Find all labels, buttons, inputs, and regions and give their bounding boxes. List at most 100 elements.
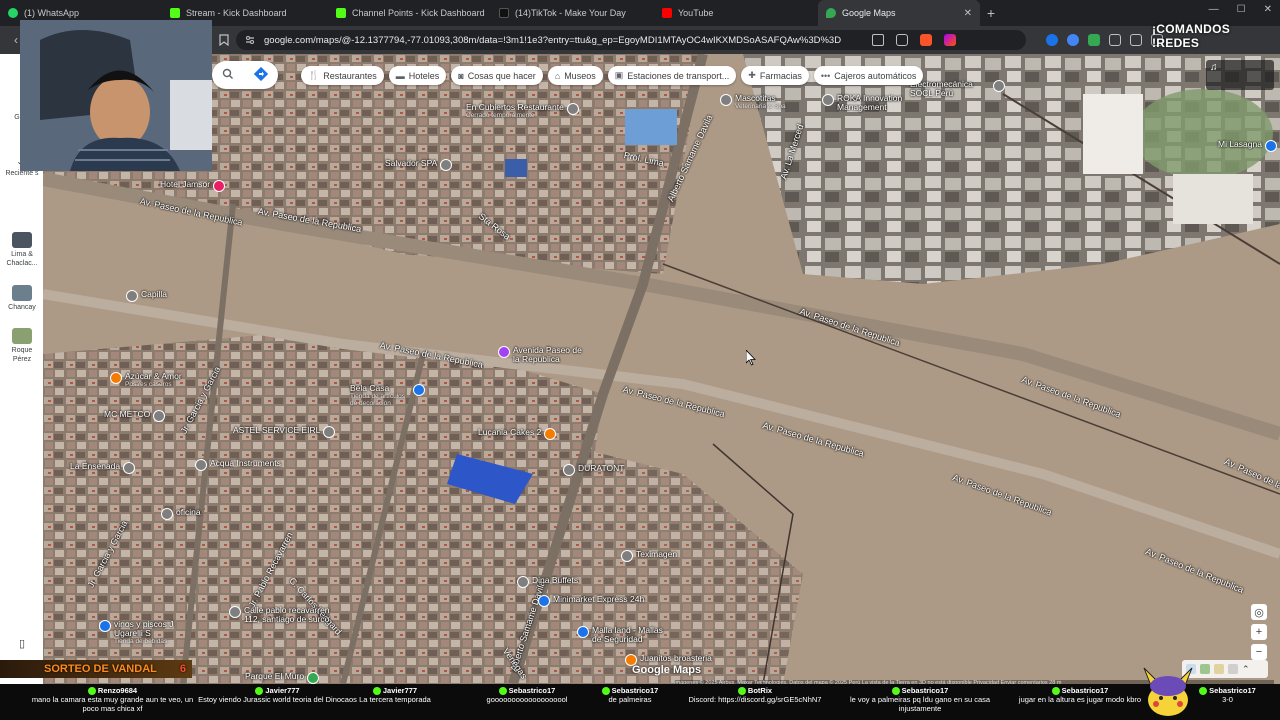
poi-marker[interactable]: Dina Buffets [517, 576, 578, 588]
extension-icon[interactable] [1067, 34, 1079, 46]
poi-name: Salvador SPA [385, 158, 438, 168]
my-location-icon[interactable]: ◎ [1251, 604, 1267, 620]
kick-badge-icon [372, 687, 381, 696]
poi-marker[interactable]: Acqua Instruments [195, 459, 281, 471]
tab-title: Channel Points - Kick Dashboard [352, 8, 485, 18]
phone-icon[interactable]: ▯ [2, 639, 42, 650]
stream-chat-ticker: Renzo9684 mano la camara esta muy grande … [0, 684, 1280, 720]
tab-title: Google Maps [842, 8, 896, 18]
layer-thumb[interactable] [1214, 664, 1224, 674]
tiktok-icon [499, 8, 509, 18]
poi-marker[interactable]: ASTEL SERVICE EIRL [233, 426, 336, 438]
poi-marker[interactable]: Salvador SPA [385, 158, 453, 171]
recent-place-lima[interactable]: Lima & Chaclac... [2, 232, 42, 268]
tab-google-maps[interactable]: Google Maps ✕ [818, 0, 980, 26]
poi-marker[interactable]: Hotel Jamsor [160, 180, 226, 192]
poi-marker[interactable]: Malla land - Mallas de Seguridad [577, 626, 672, 644]
zoom-out-button[interactable]: − [1251, 644, 1267, 660]
extension-icon[interactable] [1088, 34, 1100, 46]
poi-marker[interactable]: Teximagen [621, 550, 677, 562]
giveaway-count: 6 [179, 663, 186, 675]
poi-name: Juanitos broasteria [640, 653, 712, 663]
chip-hotels[interactable]: ▬ Hoteles [388, 66, 447, 85]
chip-transit[interactable]: ▣ Estaciones de transport... [607, 66, 737, 85]
tab-tiktok[interactable]: (14)TikTok - Make Your Day [491, 0, 654, 26]
recent-place-roque-perez[interactable]: Roque Pérez [2, 328, 42, 364]
poi-marker[interactable]: DURATONT [563, 464, 624, 476]
poi-marker[interactable]: Azúcar & Amor Postres caseros [110, 372, 182, 388]
minimize-icon[interactable]: — [1209, 4, 1219, 15]
directions-icon[interactable] [253, 66, 269, 84]
kick-icon [336, 8, 346, 18]
poi-marker[interactable]: Bela Casa Tienda de artículos de decoraci… [350, 384, 425, 407]
tab-youtube[interactable]: YouTube [654, 0, 818, 26]
chat-text: mano la camara esta muy grande aun te ve… [31, 695, 194, 714]
chat-message: Sebastrico17 gooooooooooooooooool [462, 686, 592, 704]
chip-things-to-do[interactable]: ◙ Cosas que hacer [451, 66, 543, 85]
landmark-pin-icon [498, 346, 510, 358]
poi-category: Postres caseros [125, 381, 172, 388]
close-tab-icon[interactable]: ✕ [964, 8, 972, 19]
recent-place-chancay[interactable]: Chancay [2, 285, 42, 312]
poi-marker[interactable]: En Cubiertos Restaurante Cerrado temporal… [466, 103, 579, 119]
poi-marker[interactable]: MC METCO [104, 410, 166, 422]
brave-shield-icon[interactable] [920, 34, 932, 46]
download-icon[interactable] [1130, 34, 1142, 46]
poi-marker[interactable]: Parque El Muro [245, 672, 320, 684]
chip-atms[interactable]: ••• Cajeros automáticos [813, 66, 924, 85]
place-pin-icon [517, 576, 529, 588]
chip-label: Estaciones de transport... [627, 70, 730, 81]
pharmacy-icon: ✚ [748, 70, 756, 80]
maps-search-box[interactable] [212, 61, 278, 89]
place-pin-icon [822, 94, 834, 106]
tab-kick-channel-points[interactable]: Channel Points - Kick Dashboard [328, 0, 491, 26]
poi-name: Teximagen [636, 549, 678, 559]
poi-marker[interactable]: Minimarket Express 24h [538, 595, 644, 607]
kick-badge-icon [255, 687, 264, 696]
rail-label: Roque Pérez [11, 347, 33, 363]
category-chips: 🍴 Restaurantes ▬ Hoteles ◙ Cosas que hacer … [301, 66, 924, 85]
bed-icon: ▬ [395, 70, 405, 81]
cast-icon[interactable] [872, 34, 884, 46]
share-icon[interactable] [896, 34, 908, 46]
chip-museums[interactable]: ⌂ Museos [547, 66, 603, 85]
layer-thumb[interactable] [1228, 664, 1238, 674]
chip-pharmacies[interactable]: ✚ Farmacias [741, 66, 809, 85]
layer-thumb[interactable] [1200, 664, 1210, 674]
shop-pin-icon [538, 595, 550, 607]
stream-brand-text: ¡COMANDOS !REDES [1152, 22, 1231, 50]
chat-text: 3-0 [1222, 695, 1233, 705]
poi-marker[interactable]: vinos y piscos J Ugarelli S Tienda de beb… [99, 620, 186, 645]
bookmark-icon[interactable] [214, 30, 234, 50]
extension-icon[interactable] [1046, 34, 1058, 46]
satellite-map[interactable]: Av. Paseo de la Republica Av. Paseo de l… [43, 54, 1280, 684]
poi-name: oficina [176, 507, 201, 517]
place-pin-icon [566, 103, 579, 115]
maximize-icon[interactable]: ☐ [1237, 4, 1246, 15]
site-info-icon[interactable] [245, 35, 255, 45]
poi-marker[interactable]: Mascotitas Veterinaria & Spa [720, 94, 786, 110]
chevron-up-icon[interactable]: ⌃ [1242, 664, 1252, 674]
close-window-icon[interactable]: ✕ [1264, 4, 1272, 15]
poi-marker[interactable]: oficina [161, 508, 201, 520]
poi-marker[interactable]: Calle pablo recavarren 112, santiago de … [229, 606, 334, 624]
poi-marker[interactable]: ROKA Innovation Management [822, 94, 912, 112]
brave-rewards-icon[interactable] [944, 34, 956, 46]
cafe-pin-icon [544, 428, 557, 440]
chat-username-text: Renzo9684 [97, 686, 138, 695]
poi-marker[interactable]: Mi Lasagna [1218, 140, 1277, 152]
poi-marker[interactable]: Electromecánica SOCL Perú [910, 80, 1005, 98]
zoom-in-button[interactable]: + [1251, 624, 1267, 640]
poi-marker[interactable]: La Ensenada [70, 462, 136, 474]
search-icon[interactable] [222, 68, 234, 83]
poi-marker[interactable]: Lucania Cakes 2 [478, 428, 557, 440]
chip-restaurants[interactable]: 🍴 Restaurantes [301, 66, 384, 85]
rail-label: Reciente s [5, 170, 39, 177]
new-tab-button[interactable]: + [980, 2, 1002, 24]
mouse-cursor-icon [746, 350, 756, 366]
puzzle-icon[interactable] [1109, 34, 1121, 46]
kick-icon [170, 8, 180, 18]
kick-badge-icon [601, 687, 610, 696]
poi-marker[interactable]: Avenida Paseo de la Republica [498, 346, 583, 364]
poi-marker[interactable]: Capilla [126, 290, 167, 302]
